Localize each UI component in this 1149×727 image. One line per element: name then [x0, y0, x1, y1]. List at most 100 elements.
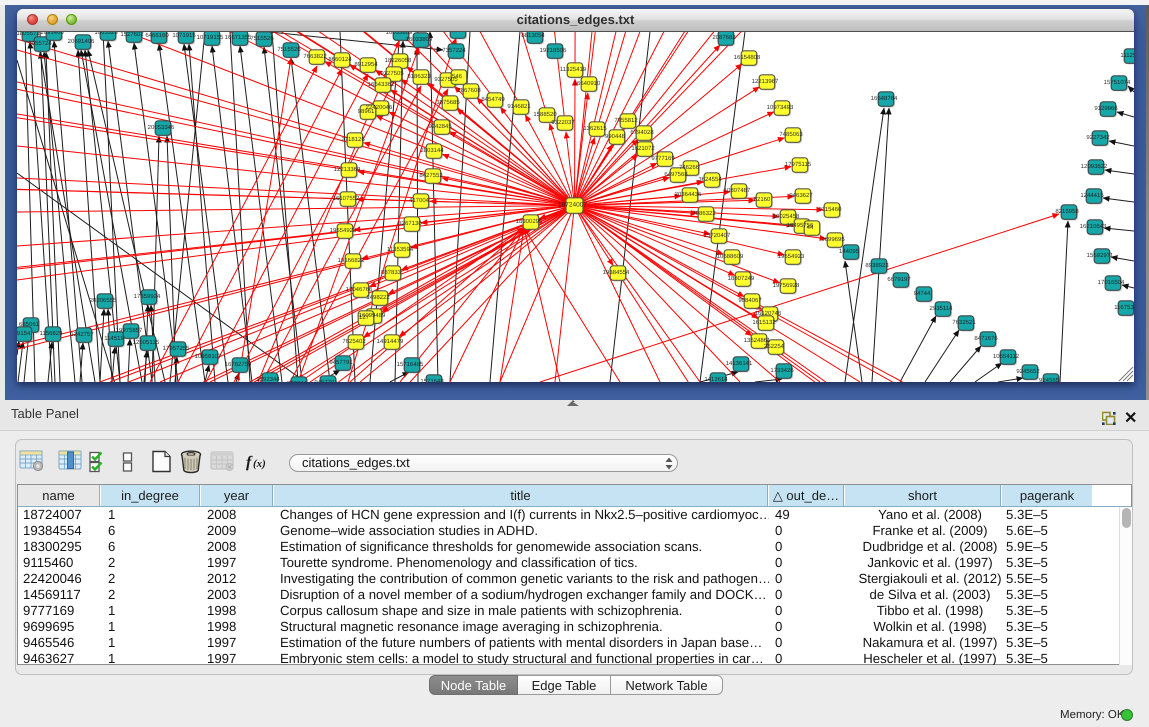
svg-text:1588520: 1588520: [533, 111, 557, 118]
svg-text:10719155: 10719155: [197, 34, 224, 41]
svg-text:19756928: 19756928: [773, 282, 800, 289]
svg-text:8427552: 8427552: [419, 172, 443, 179]
svg-text:9245652: 9245652: [1016, 368, 1040, 375]
svg-text:17975115: 17975115: [785, 161, 812, 168]
svg-text:7357224: 7357224: [442, 47, 466, 54]
svg-text:7625402: 7625402: [342, 338, 366, 345]
svg-text:9327505: 9327505: [380, 70, 404, 77]
svg-text:252254: 252254: [764, 343, 785, 350]
svg-text:546: 546: [452, 73, 463, 80]
svg-text:16671355: 16671355: [225, 34, 252, 41]
svg-text:13524861: 13524861: [744, 337, 771, 344]
svg-text:20364436: 20364436: [675, 191, 702, 198]
svg-text:94744: 94744: [914, 290, 931, 297]
svg-text:1242757: 1242757: [70, 331, 94, 338]
svg-text:98961: 98961: [358, 108, 375, 115]
svg-text:15720407: 15720407: [704, 232, 731, 239]
svg-text:6466160: 6466160: [145, 32, 169, 39]
svg-text:9227342: 9227342: [1086, 134, 1110, 141]
svg-text:116753: 116753: [1114, 304, 1134, 311]
svg-text:8454749: 8454749: [481, 96, 505, 103]
svg-text:2718126: 2718126: [341, 136, 365, 143]
svg-text:18300295: 18300295: [516, 218, 543, 225]
svg-text:14136141: 14136141: [726, 360, 753, 367]
svg-text:3875685: 3875685: [436, 99, 460, 106]
svg-text:11325419: 11325419: [560, 66, 587, 73]
svg-text:8471676: 8471676: [974, 335, 998, 342]
svg-text:10025458: 10025458: [773, 213, 800, 220]
svg-text:1244415: 1244415: [1080, 192, 1104, 199]
svg-text:7955812: 7955812: [614, 117, 638, 124]
svg-text:8912954: 8912954: [354, 61, 378, 68]
svg-text:16107552: 16107552: [333, 195, 360, 202]
svg-text:17016504: 17016504: [1098, 279, 1125, 286]
svg-text:924565: 924565: [1039, 377, 1060, 384]
svg-text:10688609: 10688609: [717, 253, 744, 260]
svg-text:12213967: 12213967: [752, 78, 779, 85]
svg-text:1527602: 1527602: [120, 31, 144, 38]
svg-text:7663822: 7663822: [303, 53, 327, 60]
svg-text:9115460: 9115460: [819, 206, 843, 213]
svg-text:20206555: 20206555: [90, 297, 117, 304]
svg-text:8215958: 8215958: [1055, 208, 1079, 215]
svg-text:1498222: 1498222: [366, 294, 390, 301]
svg-text:10973493: 10973493: [767, 104, 794, 111]
svg-text:7632621: 7632621: [952, 319, 976, 326]
svg-text:685061: 685061: [19, 321, 40, 328]
svg-text:10807487: 10807487: [724, 187, 751, 194]
svg-text:17046766: 17046766: [346, 286, 373, 293]
svg-text:(x): (x): [253, 458, 266, 470]
svg-text:1621072: 1621072: [631, 145, 655, 152]
svg-text:8660124: 8660124: [328, 56, 352, 63]
svg-text:f: f: [246, 454, 253, 471]
svg-text:929344: 929344: [287, 380, 308, 387]
svg-text:3624554: 3624554: [698, 176, 722, 183]
svg-text:1362615: 1362615: [583, 125, 607, 132]
svg-text:7986322: 7986322: [692, 210, 716, 217]
svg-text:9242845: 9242845: [428, 123, 452, 130]
svg-text:1615132: 1615132: [752, 319, 776, 326]
svg-text:746266: 746266: [679, 164, 700, 171]
svg-text:20053346: 20053346: [148, 124, 175, 131]
svg-text:15692971: 15692971: [1087, 252, 1114, 259]
svg-text:1292344: 1292344: [256, 376, 280, 383]
svg-text:10958107: 10958107: [195, 353, 222, 360]
svg-text:7515526: 7515526: [250, 35, 274, 42]
svg-text:114519: 114519: [104, 335, 124, 342]
svg-text:1413614: 1413614: [704, 376, 728, 383]
svg-text:8938923: 8938923: [865, 262, 889, 269]
svg-text:15716485: 15716485: [397, 361, 424, 368]
svg-text:990448: 990448: [605, 133, 626, 140]
svg-text:12213369: 12213369: [334, 166, 361, 173]
svg-text:19166822: 19166822: [338, 257, 365, 264]
svg-text:417004: 417004: [409, 197, 430, 204]
svg-text:1571648: 1571648: [420, 378, 444, 385]
svg-text:9463627: 9463627: [789, 192, 813, 199]
svg-text:19384554: 19384554: [603, 269, 630, 276]
svg-text:10654112: 10654112: [993, 353, 1020, 360]
svg-text:2087682: 2087682: [712, 34, 736, 41]
svg-text:6497568: 6497568: [664, 171, 688, 178]
svg-text:16543362: 16543362: [368, 81, 395, 88]
svg-text:7485063: 7485063: [779, 131, 803, 138]
svg-text:18226058: 18226058: [385, 57, 412, 64]
svg-text:14914479: 14914479: [377, 338, 404, 345]
svg-text:19975857: 19975857: [116, 327, 143, 334]
svg-text:16033809: 16033809: [406, 36, 433, 43]
svg-text:11353594: 11353594: [387, 246, 414, 253]
svg-text:2803144: 2803144: [420, 147, 444, 154]
svg-text:9457791: 9457791: [314, 379, 338, 386]
svg-text:16640910: 16640910: [574, 80, 601, 87]
svg-text:7515526: 7515526: [277, 46, 301, 53]
svg-text:44: 44: [807, 224, 814, 231]
svg-text:18807249: 18807249: [728, 275, 755, 282]
svg-text:16782759: 16782759: [225, 361, 252, 368]
svg-text:2935114: 2935114: [930, 305, 954, 312]
svg-text:16154808: 16154808: [734, 54, 761, 61]
svg-text:20691406: 20691406: [68, 38, 95, 45]
svg-text:16210643: 16210643: [1080, 223, 1107, 230]
svg-text:18724007: 18724007: [558, 202, 587, 209]
svg-text:39154: 39154: [14, 330, 31, 337]
svg-text:12505135: 12505135: [133, 339, 160, 346]
svg-text:19218506: 19218506: [540, 47, 567, 54]
